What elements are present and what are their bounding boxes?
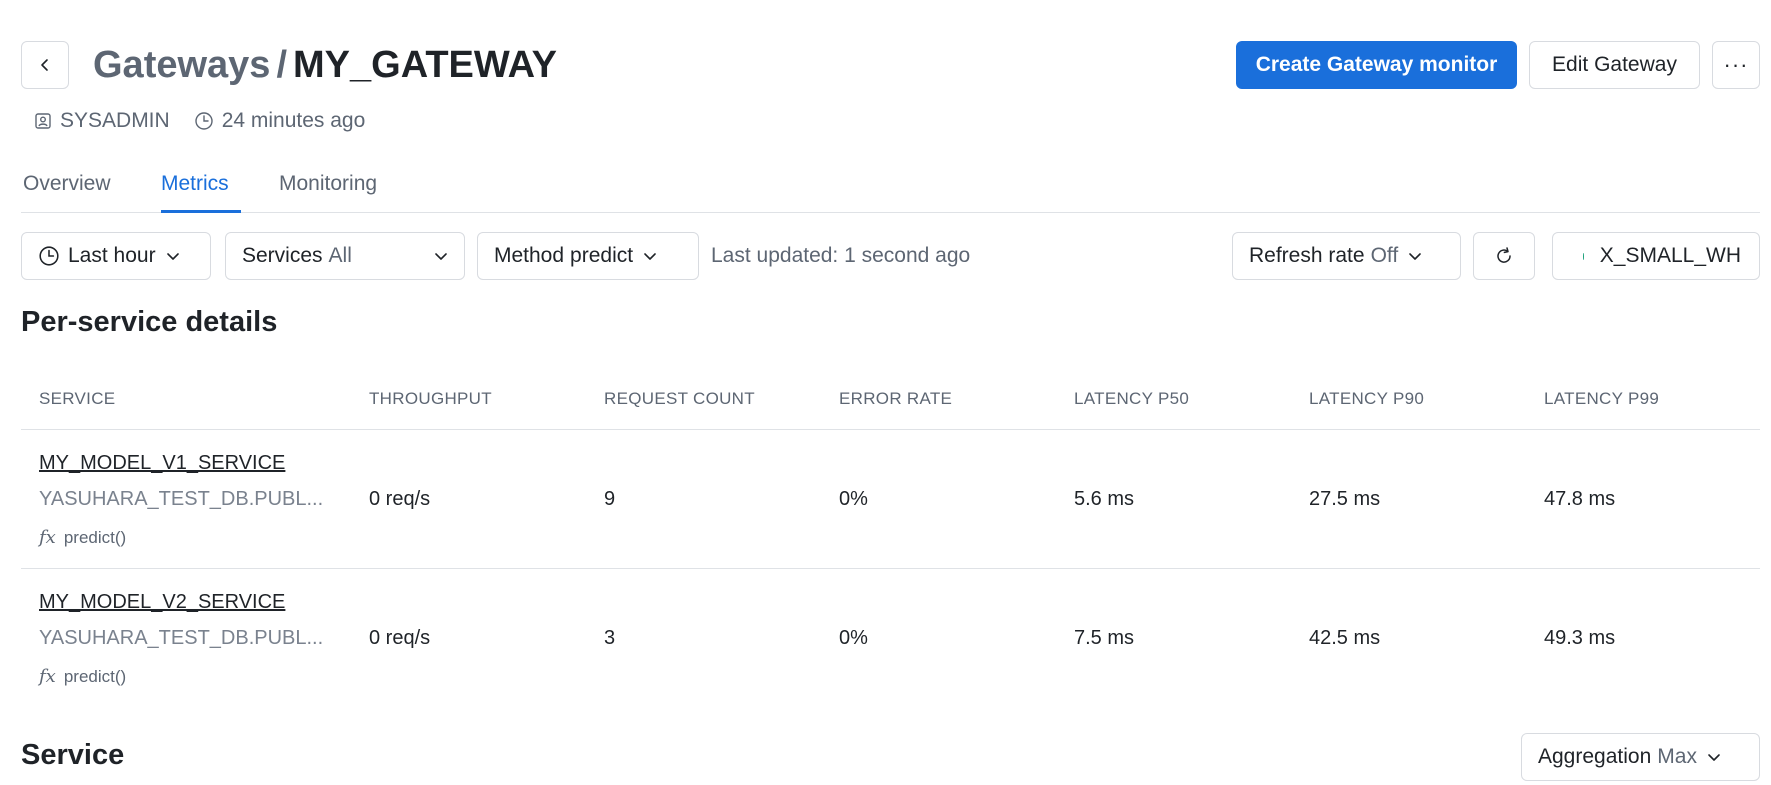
method-select[interactable]: Method predict: [477, 232, 699, 280]
service-path: YASUHARA_TEST_DB.PUBL...: [39, 627, 324, 649]
chevron-left-icon: [41, 59, 48, 71]
table-row: MY_MODEL_V2_SERVICE YASUHARA_TEST_DB.PUB…: [21, 569, 1760, 708]
method-value: predict: [570, 244, 634, 267]
latency-p99-cell: 47.8 ms: [1544, 488, 1616, 510]
request-count-cell: 9: [604, 488, 616, 510]
services-value: All: [328, 244, 352, 267]
column-header[interactable]: ERROR RATE: [839, 389, 952, 409]
refresh-rate-value: Off: [1370, 244, 1399, 267]
refresh-button[interactable]: [1473, 232, 1535, 280]
column-header[interactable]: LATENCY P50: [1074, 389, 1189, 409]
service-method: fx predict(): [39, 666, 126, 687]
table-header: SERVICE THROUGHPUT REQUEST COUNT ERROR R…: [21, 380, 1760, 430]
warehouse-select[interactable]: X_SMALL_WH: [1552, 232, 1760, 280]
owner-info: SYSADMIN: [34, 109, 170, 133]
time-range-value: Last hour: [68, 244, 156, 267]
owner-name: SYSADMIN: [60, 109, 170, 132]
aggregation-value: Max: [1657, 745, 1697, 768]
chevron-down-icon: [1409, 253, 1421, 260]
error-rate-cell: 0%: [839, 627, 868, 649]
method-label: Method: [494, 244, 565, 267]
aggregation-label: Aggregation: [1538, 745, 1652, 768]
throughput-cell: 0 req/s: [369, 488, 431, 510]
user-badge-icon: [35, 113, 51, 129]
updated-time: 24 minutes ago: [221, 109, 366, 132]
service-name-link[interactable]: MY_MODEL_V2_SERVICE: [39, 591, 285, 614]
service-path: YASUHARA_TEST_DB.PUBL...: [39, 488, 324, 510]
chevron-down-icon: [435, 253, 447, 260]
service-section-title: Service: [21, 739, 125, 771]
throughput-cell: 0 req/s: [369, 627, 431, 649]
breadcrumb-gateways[interactable]: Gateways: [93, 44, 270, 86]
latency-p99-cell: 49.3 ms: [1544, 627, 1616, 649]
page-title: Gateways / MY_GATEWAY: [93, 43, 557, 87]
services-select[interactable]: Services All: [225, 232, 465, 280]
latency-p50-cell: 7.5 ms: [1074, 627, 1135, 649]
edit-gateway-button[interactable]: Edit Gateway: [1529, 41, 1700, 89]
latency-p90-cell: 27.5 ms: [1309, 488, 1381, 510]
tab-bar: Overview Metrics Monitoring: [21, 160, 1760, 213]
request-count-cell: 3: [604, 627, 616, 649]
warehouse-status-dot: [1583, 252, 1584, 260]
more-actions-button[interactable]: ···: [1712, 41, 1760, 89]
chevron-down-icon: [644, 253, 656, 260]
chevron-down-icon: [166, 253, 179, 260]
column-header[interactable]: THROUGHPUT: [369, 389, 492, 409]
updated-info: 24 minutes ago: [194, 109, 366, 133]
aggregation-select[interactable]: Aggregation Max: [1521, 733, 1760, 781]
page-header: Gateways / MY_GATEWAY Create Gateway monit…: [21, 41, 1760, 89]
tab-overview[interactable]: Overview: [23, 172, 111, 196]
filter-bar: Last hour Services All Method predict La…: [21, 232, 1760, 280]
service-method: fx predict(): [39, 527, 126, 548]
breadcrumb-separator: /: [276, 44, 288, 86]
chevron-down-icon: [1708, 754, 1720, 761]
create-gateway-monitor-button[interactable]: Create Gateway monitor: [1236, 41, 1517, 89]
table-row: MY_MODEL_V1_SERVICE YASUHARA_TEST_DB.PUB…: [21, 430, 1760, 569]
function-icon: fx: [39, 527, 56, 548]
warehouse-name: X_SMALL_WH: [1599, 244, 1741, 267]
column-header[interactable]: REQUEST COUNT: [604, 389, 755, 409]
refresh-rate-label: Refresh rate: [1249, 244, 1365, 267]
tab-metrics[interactable]: Metrics: [161, 172, 229, 196]
refresh-rate-select[interactable]: Refresh rate Off: [1232, 232, 1461, 280]
services-label: Services: [242, 244, 323, 267]
method-name: predict(): [63, 527, 127, 547]
active-tab-indicator: [161, 210, 241, 213]
column-header[interactable]: SERVICE: [39, 389, 115, 409]
tab-monitoring[interactable]: Monitoring: [279, 172, 377, 196]
clock-icon: [39, 246, 59, 266]
refresh-icon: [1497, 247, 1511, 263]
gateway-meta: SYSADMIN 24 minutes ago: [34, 107, 389, 135]
latency-p90-cell: 42.5 ms: [1309, 627, 1381, 649]
back-button[interactable]: [21, 41, 69, 89]
per-service-table: SERVICE THROUGHPUT REQUEST COUNT ERROR R…: [21, 380, 1760, 708]
column-header[interactable]: LATENCY P90: [1309, 389, 1424, 409]
time-range-select[interactable]: Last hour: [21, 232, 211, 280]
latency-p50-cell: 5.6 ms: [1074, 488, 1135, 510]
gateway-name: MY_GATEWAY: [293, 44, 557, 86]
error-rate-cell: 0%: [839, 488, 868, 510]
per-service-details-title: Per-service details: [21, 306, 278, 338]
clock-icon: [194, 112, 213, 130]
column-header[interactable]: LATENCY P99: [1544, 389, 1659, 409]
method-name: predict(): [63, 666, 127, 686]
last-updated-text: Last updated: 1 second ago: [711, 244, 971, 267]
function-icon: fx: [39, 666, 56, 687]
service-name-link[interactable]: MY_MODEL_V1_SERVICE: [39, 452, 285, 475]
